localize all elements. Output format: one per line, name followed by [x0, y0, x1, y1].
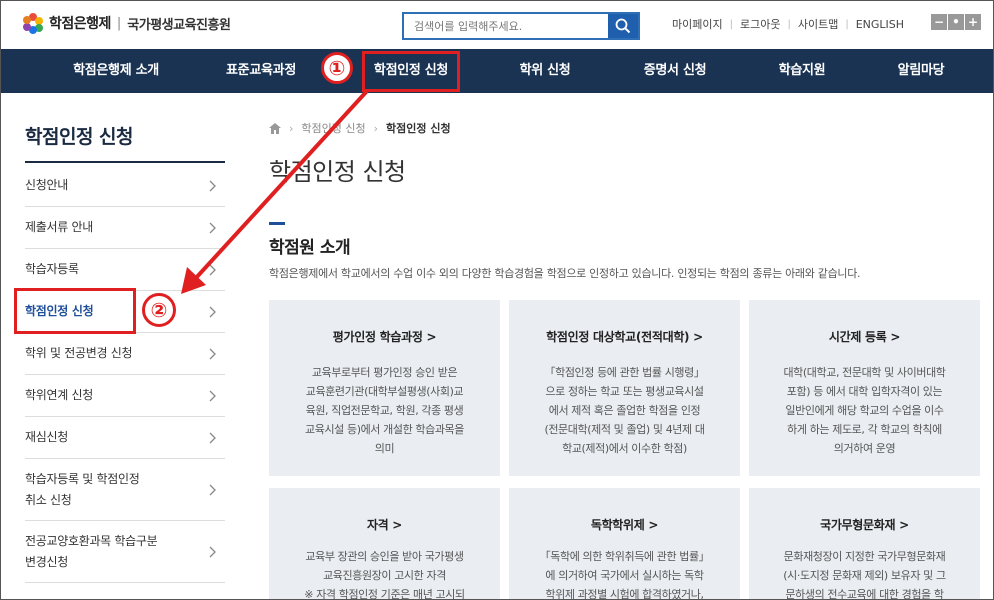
sidebar-item-label: 학위연계 신청 — [25, 388, 93, 402]
card-description: 「독학에 의한 학위취득에 관한 법률」 에 의거하여 국가에서 실시하는 독학… — [539, 550, 710, 600]
sidebar-item-label: 재심신청 — [25, 430, 68, 444]
logo-separator: | — [116, 15, 122, 31]
card-description: 교육부 장관의 승인을 받아 국가평생 교육진흥원장이 고시한 자격 ※ 자격 … — [304, 550, 465, 600]
breadcrumb-current: 학점인정 신청 — [386, 122, 451, 135]
card-title: 자격 > — [366, 518, 403, 532]
breadcrumb-separator: › — [289, 121, 294, 135]
card-description: 「학점인정 등에 관한 법률 시행령」 으로 정하는 학교 또는 평생교육시설 … — [544, 366, 705, 455]
card-title: 학점인정 대상학교(전적대학) > — [546, 330, 703, 344]
sidebar-highlight-box — [14, 288, 136, 334]
card-part-time[interactable]: 시간제 등록 > 대학(대학교, 전문대학 및 사이버대학 포함) 등 에서 대… — [749, 300, 980, 476]
chevron-right-icon — [209, 484, 216, 495]
chevron-right-icon — [209, 222, 216, 233]
nav-item-degree[interactable]: 학위 신청 — [475, 49, 615, 93]
sidebar-item-degree-link[interactable]: 학위연계 신청 — [25, 375, 225, 417]
site-logo[interactable]: 학점은행제 | 국가평생교육진흥원 — [23, 13, 231, 34]
sidebar-divider — [25, 161, 225, 163]
step-2-marker: ② — [142, 293, 176, 327]
card-self-study-degree[interactable]: 독학학위제 > 「독학에 의한 학위취득에 관한 법률」 에 의거하여 국가에서… — [509, 488, 740, 600]
sitemap-link[interactable]: 사이트맵 — [791, 16, 845, 32]
chevron-right-icon — [209, 180, 216, 191]
sidebar-item-degree-major-change[interactable]: 학위 및 전공변경 신청 — [25, 333, 225, 375]
card-description: 교육부로부터 평가인정 승인 받은 교육훈련기관(대학부설평생(사회)교 육원,… — [305, 366, 464, 455]
mypage-link[interactable]: 마이페이지 — [665, 16, 730, 32]
nav-item-certificate[interactable]: 증명서 신청 — [605, 49, 745, 93]
nav-item-standard-curriculum[interactable]: 표준교육과정 — [191, 49, 331, 93]
sidebar-item-reexamination[interactable]: 재심신청 — [25, 417, 225, 459]
card-title: 독학학위제 > — [590, 518, 659, 532]
section-title: 학점원 소개 — [269, 238, 351, 258]
breadcrumb-item[interactable]: 학점인정 신청 — [301, 120, 365, 136]
page-frame: 학점은행제 | 국가평생교육진흥원 마이페이지 | 로그아웃 | 사이트맵 | … — [0, 0, 994, 600]
sidebar-title: 학점인정 신청 — [25, 126, 134, 148]
breadcrumb-separator: › — [373, 121, 379, 135]
card-qualification[interactable]: 자격 > 교육부 장관의 승인을 받아 국가평생 교육진흥원장이 고시한 자격 … — [269, 488, 500, 600]
sidebar-item-label: 학위 및 전공변경 신청 — [25, 346, 133, 360]
search-box — [402, 12, 640, 40]
nav-item-intro[interactable]: 학점은행제 소개 — [41, 49, 191, 93]
logo-flower-icon — [23, 13, 43, 34]
card-former-school[interactable]: 학점인정 대상학교(전적대학) > 「학점인정 등에 관한 법률 시행령」 으로… — [509, 300, 740, 476]
nav-highlight-box — [362, 51, 460, 92]
sidebar-item-cancel[interactable]: 학습자등록 및 학점인정 취소 신청 — [25, 459, 225, 521]
sidebar-item-documents[interactable]: 제출서류 안내 — [25, 207, 225, 249]
search-icon — [615, 18, 631, 34]
card-intangible-heritage[interactable]: 국가무형문화재 > 문화재청장이 지정한 국가무형문화재 (시·도지정 문화재 … — [749, 488, 980, 600]
card-title: 시간제 등록 > — [828, 330, 901, 344]
main-nav: 학점은행제 소개 표준교육과정 학점인정 신청 학위 신청 증명서 신청 학습지… — [1, 49, 993, 93]
card-description: 문화재청장이 지정한 국가무형문화재 (시·도지정 문화재 제외) 보유자 및 … — [783, 550, 946, 600]
english-link[interactable]: ENGLISH — [849, 18, 911, 31]
zoom-reset-button[interactable]: • — [948, 14, 964, 30]
sidebar-menu: 신청안내 제출서류 안내 학습자등록 학점인정 신청 학위 및 전공변경 신청 … — [25, 165, 225, 583]
sidebar-item-label: 학습자등록 및 학점인정 취소 신청 — [25, 471, 140, 507]
sidebar-item-label: 전공교양호환과목 학습구분 변경신청 — [25, 533, 158, 569]
sidebar-item-label: 신청안내 — [25, 178, 68, 192]
nav-item-notice[interactable]: 알림마당 — [851, 49, 991, 93]
breadcrumb: › 학점인정 신청 › 학점인정 신청 — [269, 120, 451, 136]
zoom-controls: − • + — [931, 14, 981, 30]
logo-name: 학점은행제 — [49, 16, 111, 32]
chevron-right-icon — [209, 348, 216, 359]
chevron-right-icon — [209, 432, 216, 443]
card-description: 대학(대학교, 전문대학 및 사이버대학 포함) 등 에서 대학 입학자격이 있… — [783, 366, 946, 455]
sidebar-item-learner-registration[interactable]: 학습자등록 — [25, 249, 225, 291]
chevron-right-icon — [209, 390, 216, 401]
sidebar-item-label: 학습자등록 — [25, 262, 79, 276]
logout-link[interactable]: 로그아웃 — [733, 16, 787, 32]
page-title: 학점인정 신청 — [269, 158, 406, 186]
chevron-right-icon — [209, 546, 216, 557]
utility-links: 마이페이지 | 로그아웃 | 사이트맵 | ENGLISH — [665, 16, 911, 32]
card-title: 국가무형문화재 > — [820, 518, 909, 532]
search-input[interactable] — [404, 14, 609, 38]
step-1-marker: ① — [321, 52, 353, 84]
search-button[interactable] — [608, 14, 638, 38]
sidebar-item-course-type-change[interactable]: 전공교양호환과목 학습구분 변경신청 — [25, 521, 225, 583]
chevron-right-icon — [209, 306, 216, 317]
home-icon[interactable] — [269, 122, 281, 134]
chevron-right-icon — [209, 264, 216, 275]
sidebar-item-label: 제출서류 안내 — [25, 220, 93, 234]
logo-org: 국가평생교육진흥원 — [127, 17, 231, 33]
card-title: 평가인정 학습과정 > — [332, 330, 437, 344]
zoom-in-button[interactable]: + — [965, 14, 981, 30]
card-evaluated-courses[interactable]: 평가인정 학습과정 > 교육부로부터 평가인정 승인 받은 교육훈련기관(대학부… — [269, 300, 500, 476]
sidebar-item-guide[interactable]: 신청안내 — [25, 165, 225, 207]
section-accent-bar — [269, 222, 285, 225]
section-description: 학점은행제에서 학교에서의 수업 이수 외의 다양한 학습경험을 학점으로 인정… — [269, 267, 861, 280]
zoom-out-button[interactable]: − — [931, 14, 947, 30]
top-bar: 학점은행제 | 국가평생교육진흥원 마이페이지 | 로그아웃 | 사이트맵 | … — [1, 1, 993, 49]
